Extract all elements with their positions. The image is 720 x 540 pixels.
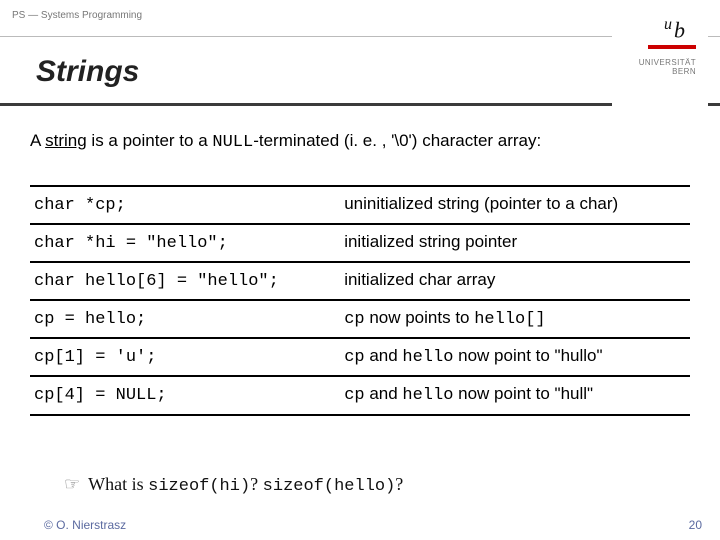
slide: PS — Systems Programming ub UNIVERSITÄTB… — [0, 0, 720, 540]
table-row: char *cp; uninitialized string (pointer … — [30, 186, 690, 224]
logo-b: ub — [612, 0, 708, 43]
content-area: A string is a pointer to a NULL-terminat… — [30, 130, 690, 416]
footer-page: 20 — [689, 518, 702, 532]
note-overlay: ☞What is sizeof(hi)? sizeof(hello)? — [64, 474, 690, 496]
table-row: char hello[6] = "hello"; initialized cha… — [30, 262, 690, 300]
pointer-icon: ☞ — [64, 474, 80, 494]
code-table: char *cp; uninitialized string (pointer … — [30, 185, 690, 416]
table-row: cp = hello; cp now points to hello[] — [30, 300, 690, 338]
logo-text: UNIVERSITÄTBERN — [612, 59, 708, 77]
table-row: char *hi = "hello"; initialized string p… — [30, 224, 690, 262]
university-logo: ub UNIVERSITÄTBERN — [612, 0, 708, 110]
table-row: cp[4] = NULL; cp and hello now point to … — [30, 376, 690, 414]
footer-copyright: © O. Nierstrasz — [44, 518, 126, 532]
course-label: PS — Systems Programming — [12, 10, 142, 21]
intro-text: A string is a pointer to a NULL-terminat… — [30, 130, 690, 155]
table-row: cp[1] = 'u'; cp and hello now point to "… — [30, 338, 690, 376]
